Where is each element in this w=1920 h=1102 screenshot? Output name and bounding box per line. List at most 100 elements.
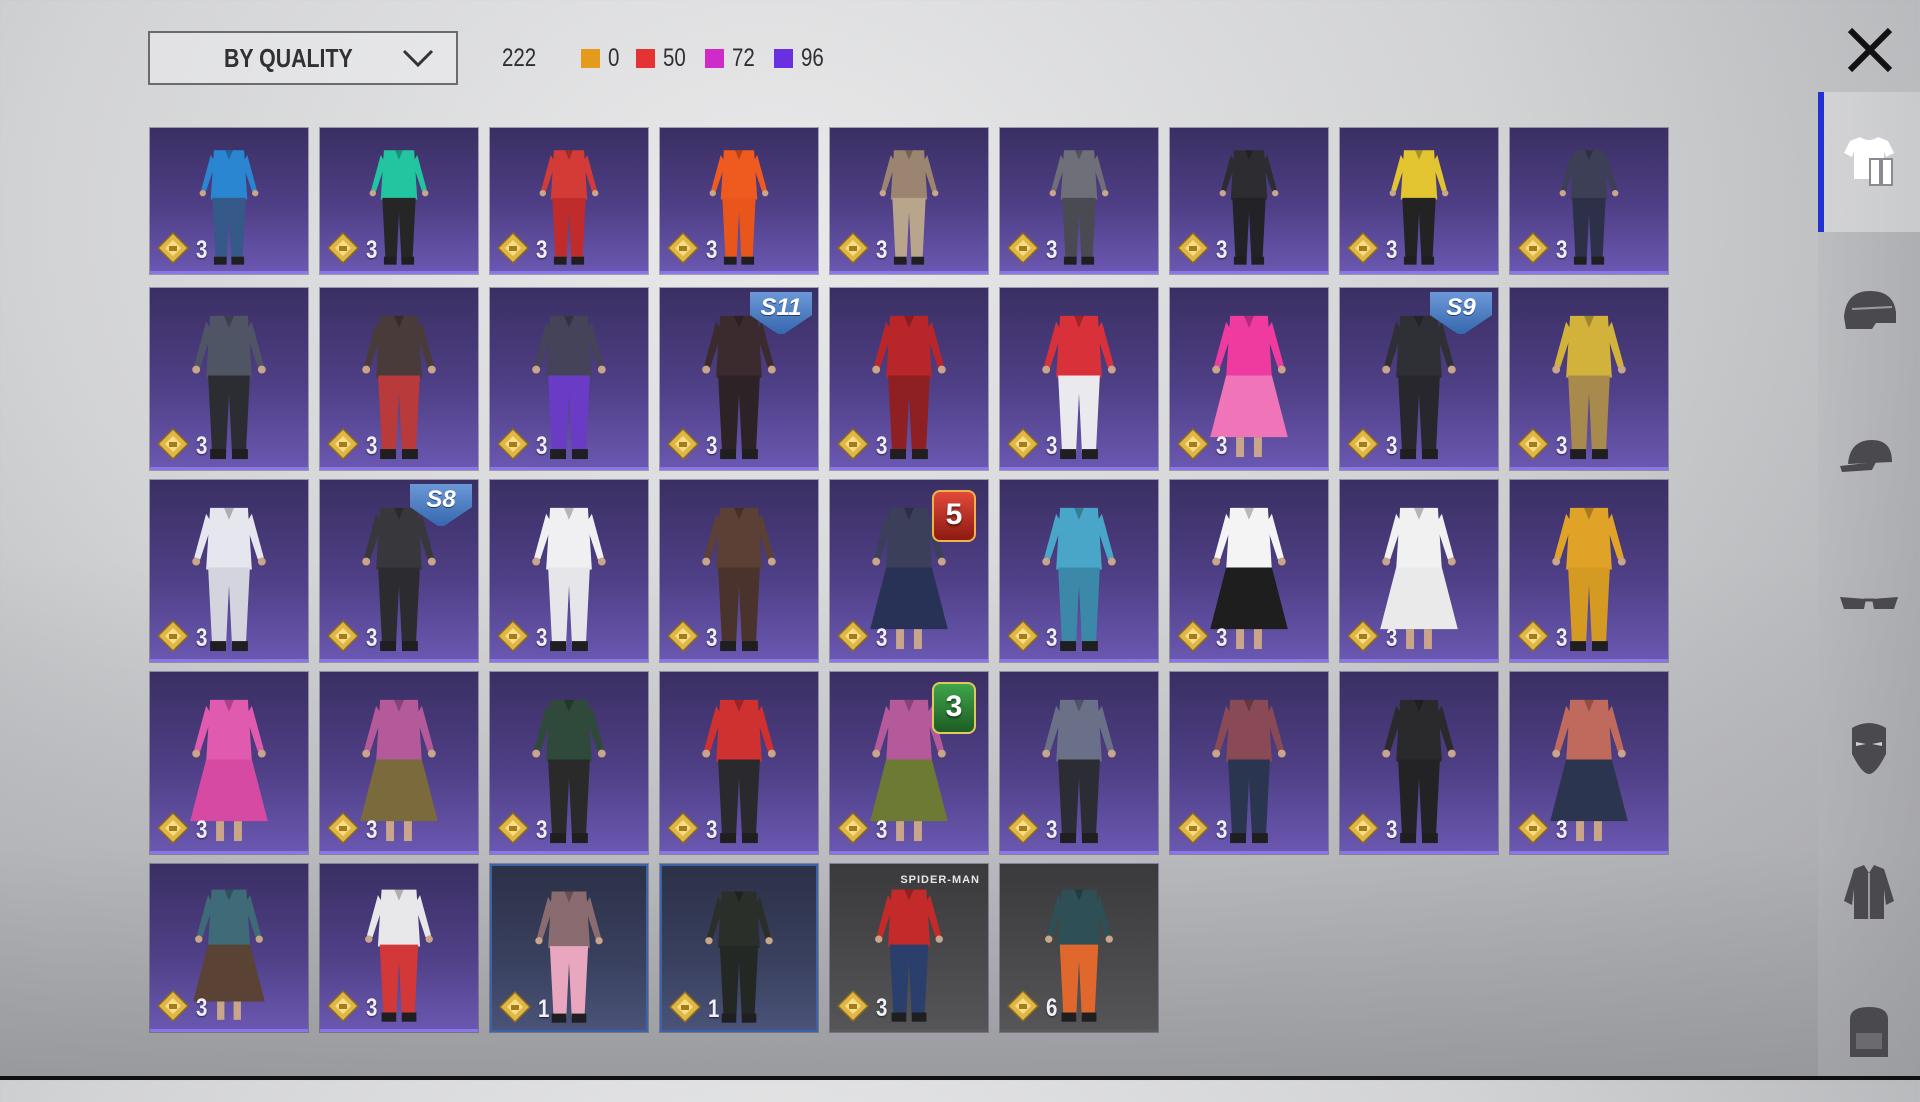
outfit-card[interactable]: 3	[150, 128, 308, 274]
backpack-icon	[1850, 1007, 1888, 1057]
outfit-card[interactable]: S9 3	[1340, 288, 1498, 470]
outfit-card[interactable]: 3	[1170, 480, 1328, 662]
item-quantity: 3	[366, 624, 378, 652]
outfit-card[interactable]: 3	[1340, 480, 1498, 662]
outfit-card[interactable]: 3	[1170, 288, 1328, 470]
item-quantity: 3	[1386, 624, 1398, 652]
item-quantity: 3	[366, 236, 378, 264]
quality-badge-icon	[1516, 231, 1550, 265]
quality-badge-icon	[496, 619, 530, 653]
quality-badge-icon	[1346, 811, 1380, 845]
outfit-card[interactable]: S8 3	[320, 480, 478, 662]
quality-badge-icon	[1516, 811, 1550, 845]
quality-badge-icon	[496, 427, 530, 461]
outfit-card[interactable]: 3	[490, 288, 648, 470]
outfit-card[interactable]: 3	[150, 288, 308, 470]
quality-badge-icon	[666, 811, 700, 845]
outfit-card[interactable]: 3	[1000, 288, 1158, 470]
outfit-card[interactable]: 3	[1340, 672, 1498, 854]
outfit-card[interactable]: S11 3	[660, 288, 818, 470]
item-quantity: 3	[1046, 624, 1058, 652]
quality-badge-icon	[666, 619, 700, 653]
item-quantity: 3	[196, 816, 208, 844]
quality-badge-icon	[1346, 231, 1380, 265]
stat-mythic: 50	[635, 44, 691, 73]
stat-epic: 72	[704, 44, 760, 73]
outfit-card[interactable]: 3	[1510, 288, 1668, 470]
category-sidebar	[1818, 92, 1920, 1080]
quality-stats: 0 50 72 96	[581, 44, 842, 73]
sidebar-item-hats[interactable]	[1818, 387, 1920, 527]
outfit-card[interactable]: 3	[150, 864, 308, 1032]
outfit-card[interactable]: 3	[1510, 480, 1668, 662]
item-quantity: 3	[1216, 816, 1228, 844]
item-quantity: 3	[1556, 236, 1568, 264]
stat-value: 72	[731, 44, 755, 72]
outfit-card[interactable]: 6	[1000, 864, 1158, 1032]
outfit-card[interactable]: 53	[830, 480, 988, 662]
item-quantity: 3	[706, 816, 718, 844]
item-quantity: 3	[1216, 624, 1228, 652]
quality-badge-icon	[836, 989, 870, 1023]
outfit-card[interactable]: 3	[490, 672, 648, 854]
item-quantity: 3	[1046, 816, 1058, 844]
quality-badge-icon	[496, 811, 530, 845]
sidebar-item-helmets[interactable]	[1818, 242, 1920, 382]
quality-badge-icon	[836, 619, 870, 653]
outfit-card[interactable]: 3	[1000, 480, 1158, 662]
outfit-card[interactable]: 1	[660, 864, 818, 1032]
chevron-down-icon	[402, 49, 434, 68]
mythic-swatch	[635, 49, 655, 68]
item-quantity: 3	[876, 432, 888, 460]
outfit-card[interactable]: 3	[1170, 128, 1328, 274]
sidebar-item-tops[interactable]	[1818, 822, 1920, 962]
outfit-card[interactable]: 3	[150, 480, 308, 662]
outfit-card[interactable]: 3	[660, 480, 818, 662]
quality-badge-icon	[1006, 427, 1040, 461]
item-quantity: 3	[1556, 816, 1568, 844]
outfit-card[interactable]: 3	[660, 672, 818, 854]
outfit-grid: 3 3 3 3 3 3 3 3 3 3 3 3 S11 3 3 3 3 S9 3 3 3 S8 3 3 3 5 3 3 3 3 3 3 3 3 3 3…	[150, 128, 1670, 1038]
sort-dropdown[interactable]: BY QUALITY	[148, 31, 458, 85]
outfit-card[interactable]: 1	[490, 864, 648, 1032]
item-quantity: 3	[706, 432, 718, 460]
sidebar-item-masks[interactable]	[1818, 677, 1920, 817]
outfit-card[interactable]: 3	[1000, 128, 1158, 274]
sidebar-item-eyewear[interactable]	[1818, 532, 1920, 672]
outfit-card[interactable]: 3	[830, 288, 988, 470]
item-quantity: 3	[1386, 236, 1398, 264]
close-button[interactable]	[1836, 16, 1904, 84]
outfit-card[interactable]: 3	[490, 480, 648, 662]
quality-badge-icon	[1346, 427, 1380, 461]
outfit-card[interactable]: 3	[1340, 128, 1498, 274]
item-quantity: 3	[196, 624, 208, 652]
outfit-card[interactable]: 3	[320, 128, 478, 274]
quality-badge-icon	[326, 427, 360, 461]
quality-badge-icon	[666, 427, 700, 461]
outfit-card[interactable]: SPIDER-MAN 3	[830, 864, 988, 1032]
outfit-card[interactable]: 3	[1510, 672, 1668, 854]
outfit-card[interactable]: 3	[1510, 128, 1668, 274]
legendary-swatch	[581, 49, 600, 68]
stat-value: 50	[662, 44, 686, 72]
outfit-card[interactable]: 3	[150, 672, 308, 854]
outfit-card[interactable]: 3	[320, 288, 478, 470]
outfit-card[interactable]: 3	[320, 672, 478, 854]
outfit-card[interactable]: 3	[320, 864, 478, 1032]
sidebar-item-outfits[interactable]	[1818, 92, 1920, 232]
quality-badge-icon	[1516, 619, 1550, 653]
item-quantity: 3	[706, 236, 718, 264]
quality-badge-icon	[1006, 619, 1040, 653]
sidebar-item-backpacks[interactable]	[1818, 962, 1920, 1102]
close-icon	[1847, 27, 1893, 73]
brand-logo: SPIDER-MAN	[900, 874, 980, 886]
outfit-card[interactable]: 3	[1000, 672, 1158, 854]
quality-badge-icon	[498, 990, 532, 1024]
outfit-card[interactable]: 3	[830, 128, 988, 274]
outfit-card[interactable]: 3	[1170, 672, 1328, 854]
outfit-card[interactable]: 3	[660, 128, 818, 274]
item-quantity: 3	[536, 624, 548, 652]
outfit-card[interactable]: 3	[490, 128, 648, 274]
quality-badge-icon	[1346, 619, 1380, 653]
outfit-card[interactable]: 33	[830, 672, 988, 854]
